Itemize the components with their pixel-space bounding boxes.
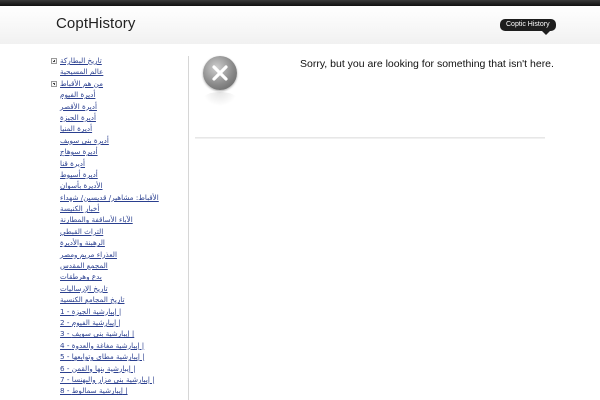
sidebar-item-link[interactable]: أديرة أسيوط (60, 170, 98, 180)
sidebar-category-list: تاريخ البطاركة عالم المسيحية من هم الأقباط… (48, 56, 188, 398)
sidebar-item-link[interactable]: الأديرة بأسوان (60, 181, 103, 191)
sidebar-item: بدع وهرطقات (48, 272, 188, 283)
sidebar-item: أديرة المنيا (48, 124, 188, 135)
sidebar-item: تاريخ الإرساليات (48, 284, 188, 295)
expand-plus-icon[interactable] (51, 80, 57, 87)
sidebar-item-link[interactable]: أديرة بنى سويف (60, 136, 109, 146)
sidebar-item-link[interactable]: من هم الأقباط (60, 79, 103, 89)
sidebar-item-link[interactable]: 2 - إيبارشية الفيوم | (60, 318, 121, 328)
sidebar-item-link[interactable]: الآباء الأساقفة والمطارنة (60, 215, 133, 225)
sidebar-item: 5 - إيبارشية مطاى وتوابعها | (48, 352, 188, 363)
x-mark-icon (212, 65, 228, 81)
sidebar-item-link[interactable]: العذراء مريم ومصر (60, 250, 117, 260)
expand-plus-icon[interactable] (51, 58, 57, 64)
sidebar-item-link[interactable]: الأقباط: مشاهير/ قديسين/ شهداء (60, 193, 159, 203)
sidebar-item: أديرة الفيوم (48, 90, 188, 101)
sidebar-item-link[interactable]: 6 - إيبارشية بنها والقمن | (60, 364, 136, 374)
sidebar-item: من هم الأقباط (48, 79, 188, 90)
sidebar-item-link[interactable]: بدع وهرطقات (60, 272, 102, 282)
sidebar-item-link[interactable]: الرهبنة والأديرة (60, 238, 105, 248)
sidebar-item: الرهبنة والأديرة (48, 238, 188, 249)
sidebar-item-link[interactable]: تاريخ المجامع الكنسية (60, 295, 124, 305)
sidebar-item: أديرة قنا (48, 159, 188, 170)
sidebar-item-link[interactable]: 7 - إيبارشية بنى مزار والبهنسا | (60, 375, 155, 385)
content-divider (195, 137, 545, 139)
sidebar-item-link[interactable]: 4 - إيبارشية مغاغة والعدوة | (60, 341, 144, 351)
site-title[interactable]: CoptHistory (56, 15, 135, 32)
sidebar-item: العذراء مريم ومصر (48, 250, 188, 261)
sidebar-item: أديرة الأقصر (48, 102, 188, 113)
sidebar-item-link[interactable]: أديرة الأقصر (60, 102, 97, 112)
sidebar-item: الأقباط: مشاهير/ قديسين/ شهداء (48, 193, 188, 204)
sidebar-item: المجمع المقدس (48, 261, 188, 272)
sidebar-item-link[interactable]: أديرة قنا (60, 159, 85, 169)
sidebar-item: أديرة بنى سويف (48, 136, 188, 147)
sidebar-item: التراث القبطي (48, 227, 188, 238)
sidebar-item: 4 - إيبارشية مغاغة والعدوة | (48, 341, 188, 352)
sidebar-item-link[interactable]: أديرة الفيوم (60, 90, 95, 100)
sidebar-item: أديرة الجيزة (48, 113, 188, 124)
sidebar-item: أديرة سوهاج (48, 147, 188, 158)
site-header: CoptHistory Coptic History (0, 6, 600, 44)
sidebar-item-link[interactable]: أخبار الكنيسة (60, 204, 99, 214)
sidebar-item: أديرة أسيوط (48, 170, 188, 181)
sidebar-item: الآباء الأساقفة والمطارنة (48, 215, 188, 226)
sidebar-item: الأديرة بأسوان (48, 181, 188, 192)
sidebar-item-link[interactable]: تاريخ البطاركة (60, 56, 102, 66)
sidebar-item-link[interactable]: تاريخ الإرساليات (60, 284, 108, 294)
sidebar-item-link[interactable]: عالم المسيحية (60, 67, 103, 77)
sidebar-item-link[interactable]: المجمع المقدس (60, 261, 108, 271)
error-x-icon (203, 56, 237, 90)
sidebar-item-link[interactable]: أديرة الجيزة (60, 113, 96, 123)
sidebar-item-link[interactable]: أديرة المنيا (60, 124, 92, 134)
sidebar-item-link[interactable]: أديرة سوهاج (60, 147, 98, 157)
sidebar-item-link[interactable]: 1 - إيبارشية الجيزة | (60, 307, 121, 317)
sidebar-item-link[interactable]: 8 - إيبارشية سمالوط | (60, 386, 128, 396)
sidebar-item: عالم المسيحية (48, 67, 188, 78)
sidebar-item: 1 - إيبارشية الجيزة | (48, 307, 188, 318)
sidebar-item-link[interactable]: 5 - إيبارشية مطاى وتوابعها | (60, 352, 145, 362)
sidebar-item: تاريخ المجامع الكنسية (48, 295, 188, 306)
sidebar-item: أخبار الكنيسة (48, 204, 188, 215)
sidebar-item-link[interactable]: 3 - إيبارشية بنى سويف | (60, 329, 134, 339)
sidebar-item-link[interactable]: التراث القبطي (60, 227, 103, 237)
tag-pill[interactable]: Coptic History (500, 19, 556, 35)
error-icon-reflection (203, 92, 237, 106)
sidebar-item: 2 - إيبارشية الفيوم | (48, 318, 188, 329)
sidebar-item: 6 - إيبارشية بنها والقمن | (48, 364, 188, 375)
sidebar-item: تاريخ البطاركة (48, 56, 188, 67)
sidebar-item: 3 - إيبارشية بنى سويف | (48, 329, 188, 340)
sidebar-item: 7 - إيبارشية بنى مزار والبهنسا | (48, 375, 188, 386)
not-found-message: Sorry, but you are looking for something… (300, 58, 554, 70)
sidebar-item: 8 - إيبارشية سمالوط | (48, 386, 188, 397)
sidebar-divider (188, 56, 189, 400)
